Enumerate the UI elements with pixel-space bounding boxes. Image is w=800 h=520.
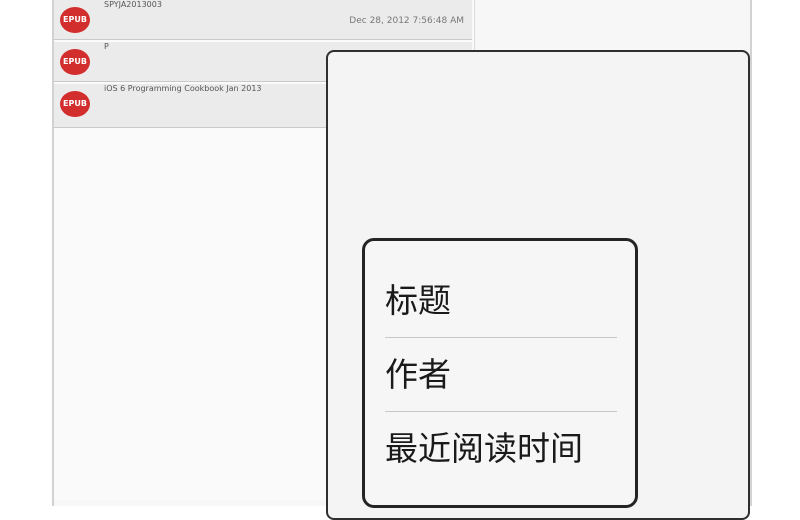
book-item[interactable]: EPUB SPYJA2013003 Dec 28, 2012 7:56:48 A… [54,0,472,40]
book-date: Dec 28, 2012 7:56:48 AM [349,16,464,26]
sort-option-recent-read[interactable]: 最近阅读时间 [385,413,617,485]
sort-menu: 标题 作者 最近阅读时间 [362,238,638,508]
epub-logo-icon: EPUB [60,7,90,33]
sort-option-title[interactable]: 标题 [385,265,617,337]
menu-divider [385,337,617,338]
menu-divider [385,411,617,412]
book-title: SPYJA2013003 [104,0,162,9]
sort-option-author[interactable]: 作者 [385,339,617,411]
epub-logo-icon: EPUB [60,91,90,117]
epub-logo-icon: EPUB [60,49,90,75]
